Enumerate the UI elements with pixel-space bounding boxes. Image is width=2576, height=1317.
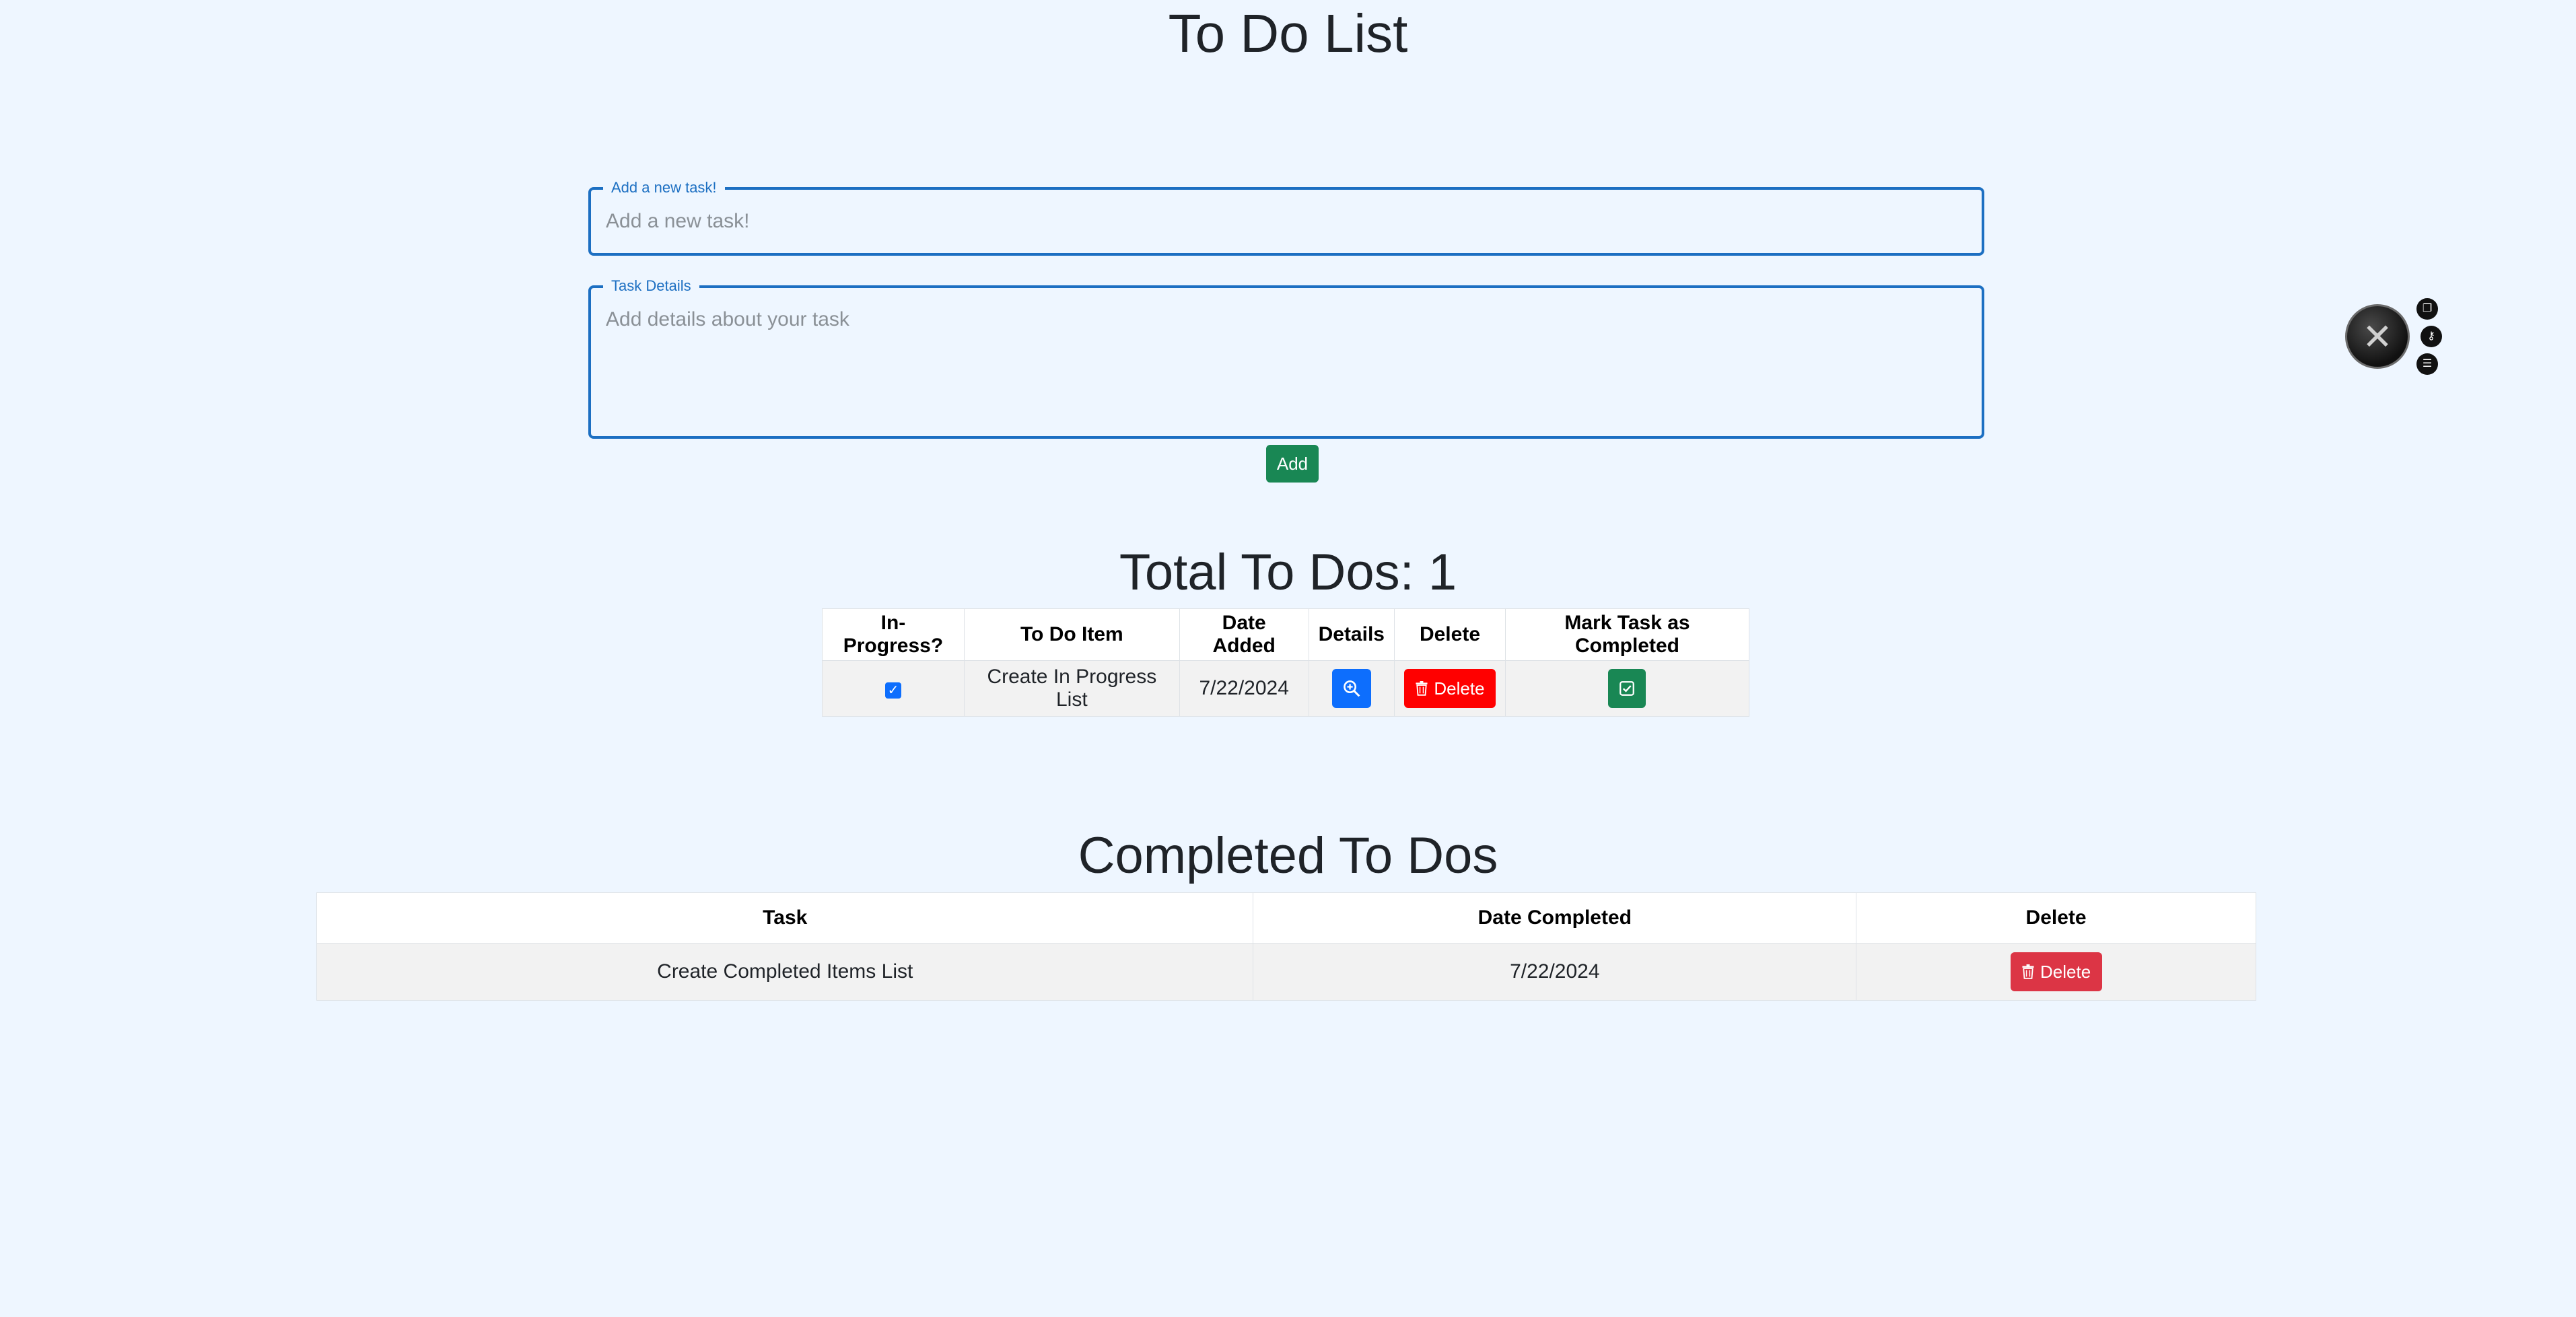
menu-icon[interactable]: ☰ <box>2416 353 2438 375</box>
assistant-logo-icon: ✕ <box>2362 316 2393 357</box>
task-details-field: Task Details <box>588 276 1984 439</box>
task-details-input[interactable] <box>591 288 1982 436</box>
delete-completed-button[interactable]: Delete <box>2010 952 2102 991</box>
header-date-completed: Date Completed <box>1253 892 1857 944</box>
header-to-do-item: To Do Item <box>963 608 1180 661</box>
todos-title: Total To Dos: 1 <box>1119 544 1457 601</box>
in-progress-checkbox[interactable]: ✓ <box>884 682 901 699</box>
trash-icon <box>2022 964 2034 979</box>
header-completed-delete: Delete <box>1856 892 2256 944</box>
key-icon[interactable]: ⚷ <box>2421 326 2442 347</box>
completed-delete-cell: Delete <box>1856 943 2256 1001</box>
assistant-widget-button[interactable]: ✕ <box>2345 304 2410 369</box>
completed-task-cell: Create Completed Items List <box>316 943 1254 1001</box>
magnifier-plus-icon <box>1343 680 1360 697</box>
task-details-legend: Task Details <box>603 276 699 296</box>
header-task: Task <box>316 892 1254 944</box>
mark-completed-cell <box>1504 660 1750 717</box>
trash-icon <box>1416 681 1428 696</box>
header-date-added: Date Added <box>1179 608 1309 661</box>
page-title: To Do List <box>1168 3 1408 63</box>
header-details: Details <box>1308 608 1395 661</box>
todo-item-cell: Create In Progress List <box>963 660 1180 717</box>
check-square-icon <box>1620 681 1635 696</box>
table-row: ✓ Create In Progress List 7/22/2024 Dele… <box>822 660 1750 717</box>
delete-cell: Delete <box>1393 660 1506 717</box>
task-name-field: Add a new task! <box>588 178 1984 256</box>
delete-completed-label: Delete <box>2040 961 2091 982</box>
task-name-input[interactable] <box>591 190 1982 253</box>
completed-table-header: Task Date Completed Delete <box>316 892 2256 944</box>
date-added-cell: 7/22/2024 <box>1179 660 1309 717</box>
header-in-progress: In-Progress? <box>822 608 965 661</box>
header-mark-completed: Mark Task as Completed <box>1504 608 1750 661</box>
delete-todo-button[interactable]: Delete <box>1403 669 1496 708</box>
todo-table-header: In-Progress? To Do Item Date Added Detai… <box>822 608 1750 661</box>
table-row: Create Completed Items List 7/22/2024 De… <box>316 943 2256 1001</box>
details-button[interactable] <box>1331 669 1371 708</box>
copy-icon[interactable]: ❐ <box>2416 298 2438 320</box>
completed-title: Completed To Dos <box>1078 827 1498 884</box>
todo-table: In-Progress? To Do Item Date Added Detai… <box>822 608 1750 717</box>
delete-todo-label: Delete <box>1434 678 1485 699</box>
in-progress-cell: ✓ <box>822 660 965 717</box>
task-name-legend: Add a new task! <box>603 178 725 198</box>
header-delete: Delete <box>1393 608 1506 661</box>
date-completed-cell: 7/22/2024 <box>1253 943 1857 1001</box>
add-task-button[interactable]: Add <box>1266 445 1319 483</box>
details-cell <box>1308 660 1395 717</box>
mark-completed-button[interactable] <box>1608 669 1646 708</box>
completed-table: Task Date Completed Delete Create Comple… <box>316 892 2256 1001</box>
